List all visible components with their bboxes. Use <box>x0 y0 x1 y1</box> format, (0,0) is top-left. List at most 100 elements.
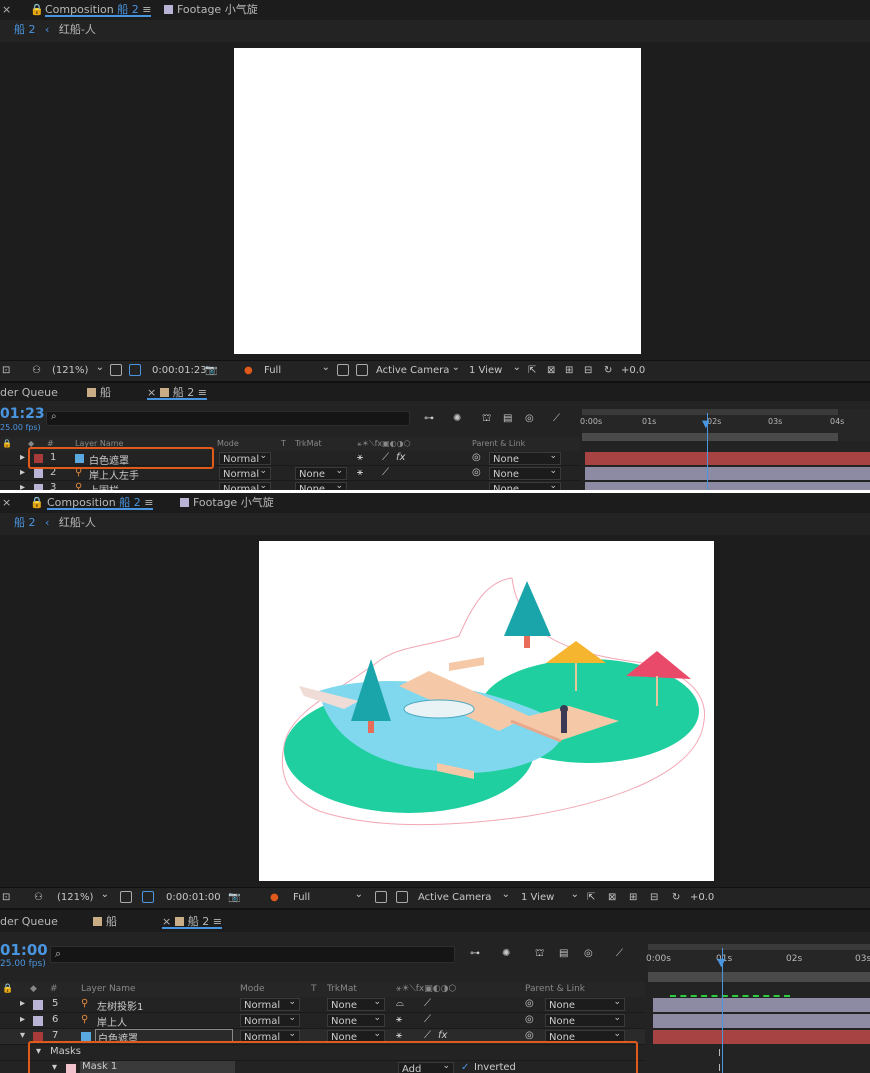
zoom-dropdown[interactable]: (121%) <box>52 361 104 378</box>
camera-dropdown[interactable]: Active Camera <box>376 361 460 378</box>
blend-mode-select[interactable]: Normal <box>219 480 271 490</box>
grid-icon[interactable] <box>120 891 132 903</box>
fast-preview-icon[interactable]: ⊠ <box>608 892 616 903</box>
layer-bar[interactable] <box>585 482 870 490</box>
parent-select[interactable]: None <box>489 465 561 480</box>
tab-composition[interactable]: Composition 船 2 ≡ <box>45 3 152 17</box>
roi-icon[interactable] <box>375 891 387 903</box>
layer-bar[interactable] <box>585 467 870 480</box>
time-ruler[interactable]: 0:00s 01s 02s 03s <box>646 944 870 982</box>
timeline-icon[interactable]: ⊞ <box>565 365 573 376</box>
quality-switch-icon[interactable]: ⟋ <box>382 467 389 478</box>
camera-dropdown[interactable]: Active Camera <box>418 888 510 905</box>
blend-mode-select[interactable]: Normal <box>240 996 300 1011</box>
tab-composition[interactable]: Composition 船 2 ≡ <box>47 496 154 510</box>
transparency-icon[interactable] <box>396 891 408 903</box>
layer-search-input[interactable]: ⌕ <box>46 411 410 426</box>
menu-icon[interactable]: ≡ <box>144 496 153 509</box>
shy-icon[interactable]: ⛫ <box>535 948 544 961</box>
layer-bar[interactable] <box>653 1014 870 1028</box>
breadcrumb-item[interactable]: 红船-人 <box>59 516 96 529</box>
expand-arrow-icon[interactable]: ▸ <box>20 998 25 1009</box>
shy-switch-icon[interactable]: ⚹ <box>357 467 363 478</box>
keyframe-marker-icon[interactable]: I <box>718 1063 721 1073</box>
exposure-value[interactable]: +0.0 <box>621 365 645 376</box>
comp-flowchart-icon[interactable]: ⊶ <box>424 413 434 424</box>
parent-select[interactable]: None <box>545 996 625 1011</box>
menu-icon[interactable]: ≡ <box>142 3 151 16</box>
view-layout-dropdown[interactable]: 1 View <box>521 888 579 905</box>
grid-icon[interactable] <box>110 364 122 376</box>
keyframe-marker-icon[interactable]: I <box>718 1048 721 1059</box>
range-bar[interactable] <box>648 972 870 982</box>
tab-comp-1[interactable]: 船 <box>87 386 111 400</box>
current-time[interactable]: 01:23 <box>0 406 45 422</box>
camera-icon[interactable]: 📷 <box>205 365 217 376</box>
layer-name[interactable]: 上围栏 <box>89 482 119 490</box>
lock-icon[interactable]: 🔒 <box>30 3 44 17</box>
work-area-bar[interactable] <box>582 409 838 415</box>
breadcrumb-item[interactable]: 红船-人 <box>59 23 96 36</box>
toggle-pixel-icon[interactable]: ⇱ <box>587 892 595 903</box>
draft-3d-icon[interactable]: ✺ <box>453 413 461 424</box>
view-layout-dropdown[interactable]: 1 View <box>469 361 521 378</box>
parent-select[interactable]: None <box>489 480 561 490</box>
fx-switch-icon[interactable]: fx <box>396 452 405 463</box>
label-color-swatch[interactable] <box>33 1000 43 1010</box>
roi-icon[interactable] <box>337 364 349 376</box>
layer-bar[interactable] <box>653 1030 870 1044</box>
layer-search-input[interactable]: ⌕ <box>50 946 455 963</box>
frame-blend-icon[interactable]: ▤ <box>503 413 512 424</box>
trkmat-select[interactable]: None <box>295 465 347 480</box>
collapse-switch-icon[interactable]: ⌓ <box>396 998 404 1009</box>
close-icon[interactable]: × <box>2 3 11 17</box>
tab-footage[interactable]: Footage 小气旋 <box>164 3 258 17</box>
region-icon[interactable] <box>129 364 141 376</box>
fx-switch-icon[interactable]: fx <box>438 1030 447 1041</box>
color-channels-icon[interactable]: ● <box>244 365 253 376</box>
graph-editor-icon[interactable]: ⟋ <box>616 948 623 959</box>
tab-render-queue[interactable]: der Queue <box>0 386 58 400</box>
tab-render-queue[interactable]: der Queue <box>0 915 58 929</box>
pick-whip-icon[interactable]: ◎ <box>472 452 481 463</box>
camera-icon[interactable]: 📷 <box>228 892 240 903</box>
pick-whip-icon[interactable]: ◎ <box>525 1030 534 1041</box>
transparency-icon[interactable] <box>356 364 368 376</box>
collapse-arrow-icon[interactable]: ▾ <box>20 1030 25 1041</box>
comp-flowchart-icon[interactable]: ⊶ <box>470 948 480 959</box>
expand-arrow-icon[interactable]: ▸ <box>20 482 25 490</box>
composition-viewer[interactable] <box>0 42 870 360</box>
color-channels-icon[interactable]: ● <box>270 892 279 903</box>
quality-switch-icon[interactable]: ⟋ <box>424 998 431 1009</box>
draft-3d-icon[interactable]: ✺ <box>502 948 510 959</box>
breadcrumb-item[interactable]: 船 2 <box>14 23 36 36</box>
trkmat-select[interactable]: None <box>327 996 385 1011</box>
pick-whip-icon[interactable]: ◎ <box>525 1014 534 1025</box>
timecode[interactable]: 0:00:01:23 <box>152 365 207 376</box>
layer-name[interactable]: 岸上人左手 <box>89 467 139 482</box>
label-color-swatch[interactable] <box>34 469 43 478</box>
timecode[interactable]: 0:00:01:00 <box>166 892 221 903</box>
trkmat-select[interactable]: None <box>295 480 347 490</box>
timeline-icon[interactable]: ⊞ <box>629 892 637 903</box>
tab-comp-1[interactable]: 船 <box>93 915 117 929</box>
zoom-dropdown[interactable]: (121%) <box>57 888 109 905</box>
playhead-handle-icon[interactable]: ▼ <box>702 419 710 430</box>
time-ruler[interactable]: 0:00s 01s 02s 03s 04s <box>580 409 870 441</box>
quality-switch-icon[interactable]: ⟋ <box>382 452 389 463</box>
quality-switch-icon[interactable]: ⟋ <box>424 1030 431 1041</box>
blend-mode-select[interactable]: Normal <box>219 450 271 465</box>
layer-bar[interactable] <box>585 452 870 465</box>
current-time[interactable]: 01:00 <box>0 941 48 959</box>
reset-exposure-icon[interactable]: ↻ <box>672 892 680 903</box>
range-bar[interactable] <box>582 433 838 441</box>
playhead-handle-icon[interactable]: ▼ <box>717 956 725 969</box>
close-icon[interactable]: × <box>2 496 11 510</box>
graph-editor-icon[interactable]: ⟋ <box>553 413 560 424</box>
parent-select[interactable]: None <box>489 450 561 465</box>
pick-whip-icon[interactable]: ◎ <box>525 998 534 1009</box>
layer-row[interactable]: ▸ 5 ⚲ 左树投影1 Normal None ⌓ ⟋ ◎ None <box>0 996 645 1013</box>
toggle-pixel-icon[interactable]: ⇱ <box>528 365 536 376</box>
parent-select[interactable]: None <box>545 1012 625 1027</box>
exposure-value[interactable]: +0.0 <box>690 892 714 903</box>
